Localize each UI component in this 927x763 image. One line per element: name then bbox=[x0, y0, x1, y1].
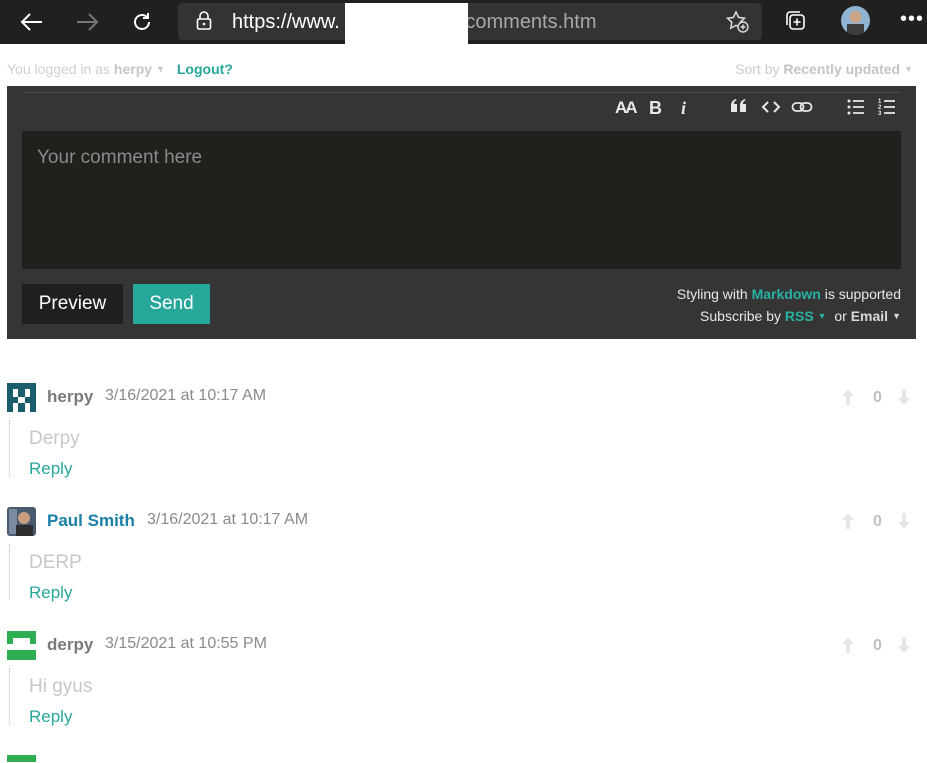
vote-controls: 0 bbox=[841, 511, 913, 533]
favorite-star-icon[interactable] bbox=[725, 10, 750, 39]
logged-in-label: You logged in as bbox=[7, 61, 111, 77]
reply-link[interactable]: Reply bbox=[29, 459, 72, 479]
comment-item: herpy 3/16/2021 at 10:17 AM 0 Derpy Repl… bbox=[7, 383, 915, 503]
divider bbox=[22, 92, 901, 93]
comment-author[interactable]: derpy bbox=[47, 635, 93, 655]
comment-text: Hi gyus bbox=[29, 676, 93, 697]
comment-text: Derpy bbox=[29, 428, 80, 449]
caret-down-icon: ▼ bbox=[156, 64, 165, 74]
avatar[interactable] bbox=[7, 631, 36, 660]
comment-placeholder: Your comment here bbox=[37, 147, 203, 168]
email-dropdown[interactable]: Email ▼ bbox=[851, 308, 901, 324]
bold-icon[interactable]: B bbox=[649, 98, 662, 119]
redacted-url-block bbox=[345, 3, 468, 45]
downvote-icon[interactable] bbox=[897, 635, 911, 660]
subscribe-row: Subscribe by RSS ▼ or Email ▼ bbox=[700, 308, 901, 324]
caret-down-icon: ▼ bbox=[817, 311, 827, 321]
font-size-icon[interactable]: AA bbox=[615, 98, 638, 118]
refresh-icon[interactable] bbox=[127, 8, 157, 36]
comment-timestamp[interactable]: 3/16/2021 at 10:17 AM bbox=[105, 387, 266, 405]
comment-body: Hi gyus Reply bbox=[9, 668, 910, 727]
avatar[interactable] bbox=[7, 507, 36, 536]
vote-controls: 0 bbox=[841, 387, 913, 409]
upvote-icon[interactable] bbox=[841, 511, 855, 536]
upvote-icon[interactable] bbox=[841, 387, 855, 412]
downvote-icon[interactable] bbox=[897, 387, 911, 412]
vote-count: 0 bbox=[873, 637, 882, 654]
reply-link[interactable]: Reply bbox=[29, 583, 72, 603]
comment-editor: AA B i 123 Your comment here Preview Sen… bbox=[7, 86, 916, 339]
avatar[interactable] bbox=[7, 755, 36, 763]
upvote-icon[interactable] bbox=[841, 635, 855, 660]
address-bar[interactable]: https://www./comments.htm bbox=[178, 3, 762, 40]
comment-author[interactable]: herpy bbox=[47, 387, 93, 407]
caret-down-icon: ▼ bbox=[892, 311, 901, 321]
markdown-link[interactable]: Markdown bbox=[752, 286, 821, 302]
markdown-note: Styling with Markdown is supported bbox=[676, 286, 901, 302]
lock-icon[interactable] bbox=[196, 11, 212, 36]
preview-button[interactable]: Preview bbox=[22, 284, 123, 324]
reply-link[interactable]: Reply bbox=[29, 707, 72, 727]
vote-controls: 0 bbox=[841, 635, 913, 657]
browser-toolbar: https://www./comments.htm ••• bbox=[0, 0, 927, 45]
forward-icon[interactable] bbox=[72, 8, 102, 36]
link-icon[interactable] bbox=[791, 97, 813, 122]
comment-body: Derpy Reply bbox=[9, 420, 910, 479]
quote-icon[interactable] bbox=[729, 96, 749, 121]
logout-link[interactable]: Logout? bbox=[177, 61, 233, 77]
comment-item: derpy 3/15/2021 at 10:55 PM 0 Hi gyus Re… bbox=[7, 631, 915, 751]
code-icon[interactable] bbox=[761, 97, 781, 122]
comment-text: DERP bbox=[29, 552, 82, 573]
comment-timestamp[interactable]: 3/15/2021 at 10:55 PM bbox=[105, 635, 267, 653]
editor-info: Styling with Markdown is supported Subsc… bbox=[677, 283, 901, 327]
bulleted-list-icon[interactable] bbox=[847, 97, 865, 122]
profile-avatar[interactable] bbox=[841, 6, 870, 35]
comment-item: Paul Smith 3/16/2021 at 10:17 AM 0 DERP … bbox=[7, 507, 915, 627]
comment-item-partial bbox=[7, 755, 915, 763]
more-options-icon[interactable]: ••• bbox=[900, 8, 924, 31]
session-row: You logged in as herpy ▼ Logout? Sort by … bbox=[7, 61, 915, 79]
avatar[interactable] bbox=[7, 383, 36, 412]
collections-icon[interactable] bbox=[784, 9, 808, 38]
rss-dropdown[interactable]: RSS ▼ bbox=[785, 308, 827, 324]
vote-count: 0 bbox=[873, 513, 882, 530]
numbered-list-icon[interactable]: 123 bbox=[878, 97, 896, 122]
italic-icon[interactable]: i bbox=[681, 98, 686, 119]
sort-dropdown[interactable]: Sort by Recently updated ▼ bbox=[735, 61, 913, 77]
caret-down-icon: ▼ bbox=[904, 64, 913, 74]
formatting-toolbar: AA B i 123 bbox=[7, 98, 916, 124]
svg-text:3: 3 bbox=[878, 111, 882, 117]
vote-count: 0 bbox=[873, 389, 882, 406]
downvote-icon[interactable] bbox=[897, 511, 911, 536]
username-menu[interactable]: herpy ▼ bbox=[114, 61, 165, 77]
comment-textarea[interactable]: Your comment here bbox=[22, 131, 901, 269]
comment-body: DERP Reply bbox=[9, 544, 910, 603]
comment-author[interactable]: Paul Smith bbox=[47, 511, 135, 531]
back-icon[interactable] bbox=[17, 8, 47, 36]
send-button[interactable]: Send bbox=[133, 284, 210, 324]
comment-timestamp[interactable]: 3/16/2021 at 10:17 AM bbox=[147, 511, 308, 529]
